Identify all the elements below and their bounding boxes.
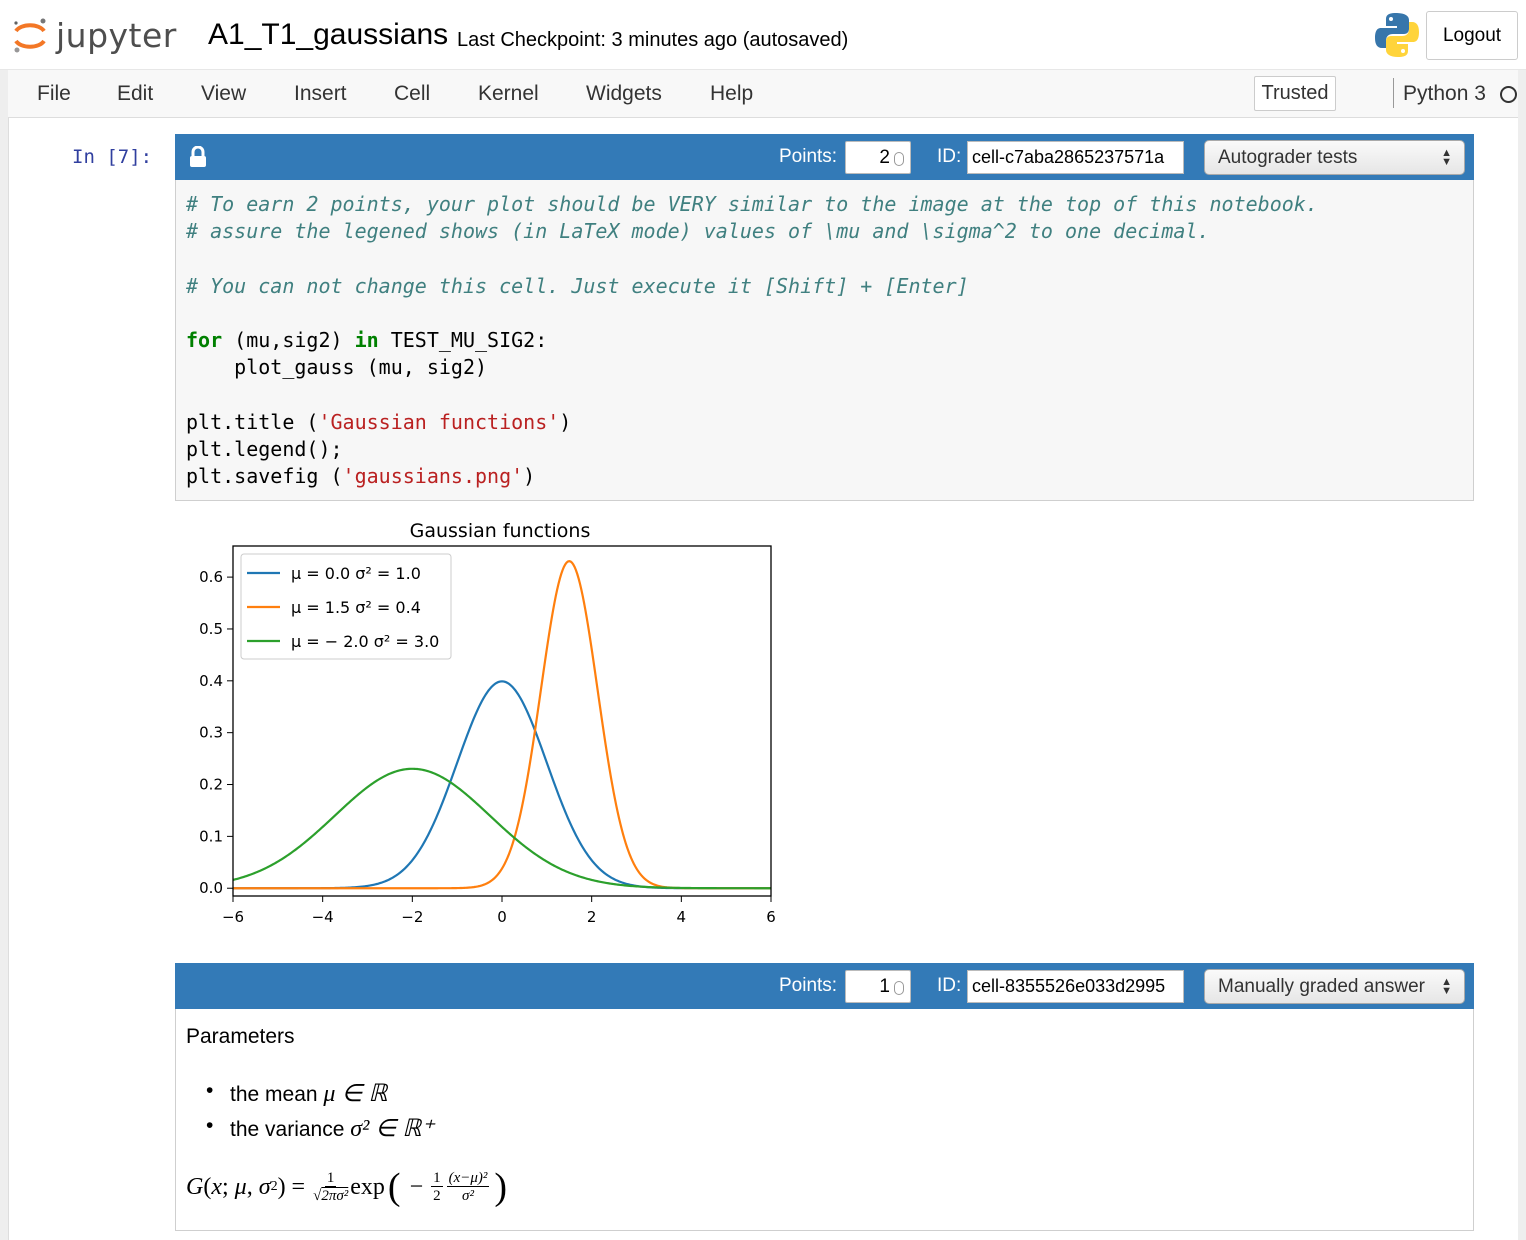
legend-label: μ = − 2.0 σ² = 3.0 [291,632,439,651]
menu-help[interactable]: Help [710,82,753,106]
chart-title: Gaussian functions [410,520,591,542]
jupyter-logo[interactable]: jupyter [10,12,177,58]
list-item-text: the mean [230,1083,324,1106]
y-tick-label: 0.4 [199,672,223,690]
list-item: the mean μ ∈ ℝ [206,1079,434,1108]
code-comment: # You can not change this cell. Just exe… [186,274,969,298]
code-line: # assure the legened shows (in LaTeX mod… [186,219,1210,243]
trusted-indicator[interactable]: Trusted [1254,76,1336,111]
points-label: Points: [779,975,838,996]
math-mean: μ ∈ ℝ [323,1081,388,1107]
y-tick-label: 0.5 [199,620,223,638]
jupyter-logo-text: jupyter [56,15,177,55]
logout-button[interactable]: Logout [1426,11,1518,60]
code-comment: # assure the legened shows (in LaTeX mod… [186,219,1210,243]
menu-file[interactable]: File [37,82,71,106]
kernel-name[interactable]: Python 3 [1403,82,1486,106]
code-line: # You can not change this cell. Just exe… [186,274,969,298]
x-tick-label: −6 [222,908,244,926]
x-tick-label: 4 [677,908,687,926]
menu-view[interactable]: View [201,82,246,106]
y-tick-label: 0.1 [199,827,223,845]
cell-type-value: Autograder tests [1218,146,1358,168]
kernel-separator [1393,78,1394,108]
y-tick-label: 0.3 [199,724,223,742]
nbgrader-cell-toolbar: Points: 2 ID: cell-c7aba2865237571a Auto… [175,134,1474,180]
points-input[interactable]: 1 [845,970,911,1003]
cell-id-input[interactable]: cell-8355526e033d2995 [967,970,1184,1003]
input-prompt: In [7]: [72,146,153,168]
math-variance: σ² ∈ ℝ⁺ [350,1116,434,1142]
code-editor[interactable]: # To earn 2 points, your plot should be … [175,180,1474,501]
parameter-list: the mean μ ∈ ℝ the variance σ² ∈ ℝ⁺ [206,1079,434,1149]
y-tick-label: 0.6 [199,568,223,586]
code-line: plot_gauss (mu, sig2) [186,355,488,379]
y-tick-label: 0.2 [199,776,223,794]
code-line: for (mu,sig2) in TEST_MU_SIG2: [186,328,548,352]
series-line-0 [233,680,771,890]
menu-edit[interactable]: Edit [117,82,153,106]
gaussian-plot: Gaussian functions −6 −4 −2 0 2 4 6 0.0 0.1 0.2 0.… [199,520,776,926]
python-logo-icon [1375,13,1419,57]
code-line: # To earn 2 points, your plot should be … [186,192,1318,216]
checkpoint-status: Last Checkpoint: 3 minutes ago (autosave… [457,29,849,51]
menu-cell[interactable]: Cell [394,82,430,106]
gaussian-formula: G(x; μ, σ 2) = 1 √2πσ² exp( − 12 (x−μ)² σ² … [186,1166,508,1208]
list-item: the variance σ² ∈ ℝ⁺ [206,1114,434,1143]
notebook-name[interactable]: A1_T1_gaussians [208,18,448,52]
lock-icon [190,146,206,167]
code-comment: # To earn 2 points, your plot should be … [186,192,1318,216]
x-tick-label: −2 [401,908,423,926]
parameters-heading: Parameters [186,1025,295,1048]
menu-kernel[interactable]: Kernel [478,82,539,106]
cell-id-input[interactable]: cell-c7aba2865237571a [967,141,1184,174]
chart-legend: μ = 0.0 σ² = 1.0 μ = 1.5 σ² = 0.4 μ = − 2.… [240,553,452,660]
id-label: ID: [937,146,962,167]
spinner-icon[interactable] [894,152,904,166]
x-tick-label: −4 [312,908,334,926]
points-value: 1 [879,975,890,997]
kernel-idle-icon [1500,86,1517,103]
x-tick-label: 6 [766,908,776,926]
code-line: plt.legend(); [186,437,343,461]
code-line: plt.savefig ('gaussians.png') [186,464,536,488]
spinner-icon[interactable] [894,981,904,995]
legend-label: μ = 0.0 σ² = 1.0 [291,564,421,583]
cell-type-value: Manually graded answer [1218,975,1426,997]
x-tick-label: 0 [497,908,507,926]
legend-label: μ = 1.5 σ² = 0.4 [291,598,421,617]
points-value: 2 [879,146,890,168]
header: jupyter A1_T1_gaussians Last Checkpoint:… [0,0,1526,70]
select-arrows-icon: ▲ ▼ [1441,147,1452,168]
id-label: ID: [937,975,962,996]
markdown-cell[interactable]: Parameters the mean μ ∈ ℝ the variance σ… [175,1009,1474,1231]
menubar: File Edit View Insert Cell Kernel Widget… [8,70,1518,118]
menu-widgets[interactable]: Widgets [586,82,662,106]
cell-type-select[interactable]: Manually graded answer ▲ ▼ [1204,969,1465,1004]
code-line: plt.title ('Gaussian functions') [186,410,572,434]
jupyter-logo-icon [14,18,46,53]
list-item-text: the variance [230,1118,351,1141]
menu-insert[interactable]: Insert [294,82,347,106]
nbgrader-cell-toolbar-2: Points: 1 ID: cell-8355526e033d2995 Manu… [175,963,1474,1009]
x-tick-label: 2 [587,908,597,926]
points-label: Points: [779,146,838,167]
cell-type-select[interactable]: Autograder tests ▲ ▼ [1204,140,1465,175]
points-input[interactable]: 2 [845,141,911,174]
y-tick-label: 0.0 [199,879,223,897]
select-arrows-icon: ▲ ▼ [1441,976,1452,997]
